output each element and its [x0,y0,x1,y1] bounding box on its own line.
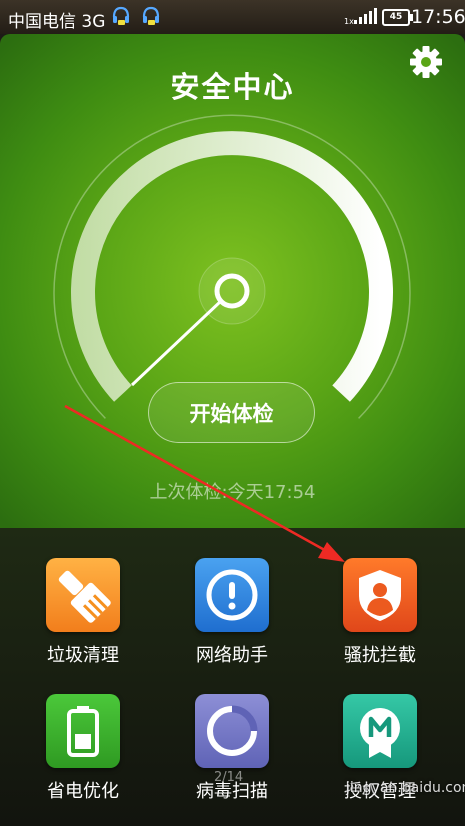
gauge-hub-halo [198,257,266,325]
headset-icon [142,6,160,25]
last-check-time: 上次体检:今天17:54 [149,482,316,503]
shield-person-icon [343,558,417,632]
status-bar: 中国电信 3G 1x 45 17:56 [0,0,465,34]
junk-clean-tile[interactable]: 垃圾清理 [8,528,158,666]
start-check-button[interactable]: 开始体检 [148,382,315,443]
network-type-label: 1x [344,17,354,26]
headset-icon [112,6,130,25]
battery-icon [46,694,120,768]
watermark: jingyan.baidu.com [346,780,465,796]
security-gauge [53,114,411,419]
tile-label: 省电优化 [47,781,119,802]
carrier-label: 中国电信 3G [8,12,106,32]
security-panel: 安全中心 开始体检 上次体检:今天17:54 [0,34,465,528]
scan-ring-icon [195,694,269,768]
page-indicator: 2/14 [214,770,244,785]
alert-circle-icon [195,558,269,632]
permission-manage-tile[interactable]: 授权管理 [305,664,455,802]
power-saving-tile[interactable]: 省电优化 [8,664,158,802]
signal-icon: 1x [344,8,377,26]
broom-icon [46,558,120,632]
badge-m-icon [343,694,417,768]
harassment-block-tile[interactable]: 骚扰拦截 [305,528,455,666]
network-assistant-tile[interactable]: 网络助手 [157,528,307,666]
battery-icon: 45 [382,9,413,26]
status-time: 17:56 [411,6,465,28]
